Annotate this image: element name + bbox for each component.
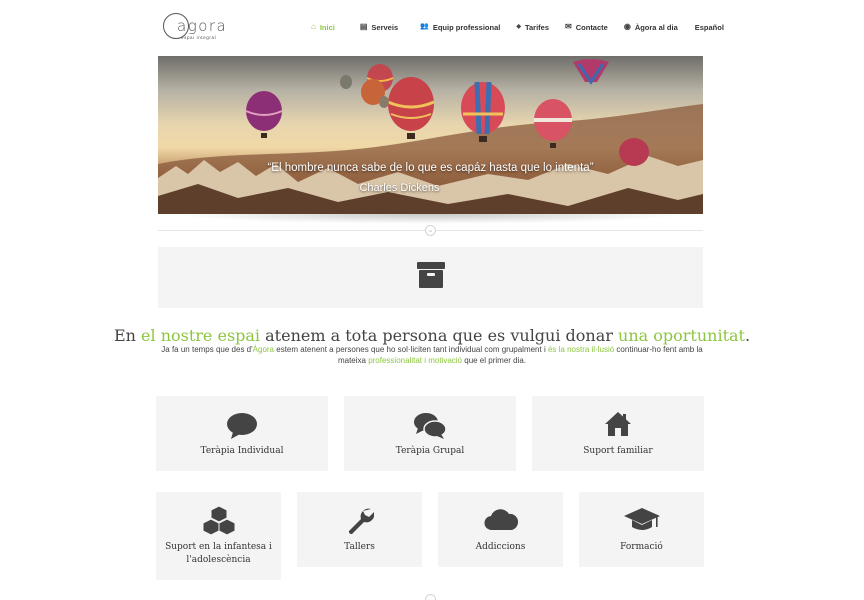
intro-heading-part: En [113, 326, 142, 345]
intro-text-highlight: és la nostra il·lusió [547, 345, 615, 354]
service-terapia-individual[interactable]: Teràpia Individual [156, 396, 328, 471]
logo-name: agora [177, 17, 228, 35]
intro-paragraph: Ja fa un temps que des d'Àgora estem ate… [158, 344, 706, 366]
balloon [387, 77, 435, 139]
nav-item-serveis[interactable]: ▤ Serveis [360, 23, 398, 32]
service-tallers[interactable]: Tallers [297, 492, 422, 567]
home-icon: ⌂ [311, 22, 316, 31]
service-label: Teràpia Individual [200, 446, 284, 456]
nav-item-equip-professional[interactable]: 👥 Equip professional [420, 23, 500, 32]
tag-icon: ◆ [516, 24, 521, 30]
logo-tagline: espai integral [181, 35, 217, 40]
balloon [245, 91, 283, 138]
balloon [379, 96, 389, 108]
wrench-icon [348, 508, 374, 534]
main-nav: ⌂ Inici ▤ Serveis 👥 Equip professional ◆… [311, 21, 724, 33]
service-label: Addiccions [475, 542, 526, 552]
graduation-cap-icon [623, 508, 660, 530]
house-icon [605, 412, 631, 436]
hero-quote: “El hombre nunca sabe de lo que es capáz… [267, 162, 594, 174]
intro-text-highlight: professionalitat i motivació [368, 356, 463, 365]
intro-heading: En el nostre espai atenem a tota persona… [0, 326, 864, 345]
globe-icon: ◉ [623, 22, 631, 31]
service-label: Suport familiar [583, 446, 653, 456]
agora-logo[interactable]: agora espai integral [163, 13, 228, 41]
intro-heading-part: atenem a tota persona que es vulgui dona… [260, 326, 619, 345]
service-label: Teràpia Grupal [395, 446, 465, 456]
hero-slider[interactable]: “El hombre nunca sabe de lo que es capáz… [158, 56, 703, 214]
intro-text-highlight: Àgora [252, 345, 275, 354]
service-addiccions[interactable]: Addiccions [438, 492, 563, 567]
nav-label: Tarifes [524, 22, 550, 32]
intro-text-part: Ja fa un temps que des d' [161, 345, 253, 354]
nav-label: Àgora al dia [634, 22, 678, 32]
site-header: agora espai integral ⌂ Inici ▤ Serveis 👥… [0, 0, 864, 52]
nav-item-contacte[interactable]: ✉ Contacte [565, 23, 608, 32]
service-suport-familiar[interactable]: Suport familiar [532, 396, 704, 471]
nav-label: Equip professional [432, 22, 501, 32]
service-label: Suport en la infantesa i l'adolescència [165, 542, 272, 565]
nav-item-agora-al-dia[interactable]: ◉ Àgora al dia [624, 23, 678, 32]
archive-section [158, 247, 703, 308]
intro-heading-highlight: el nostre espai [141, 326, 261, 345]
balloon [340, 75, 352, 89]
nav-label: Inici [319, 22, 335, 32]
list-icon: ▤ [359, 22, 368, 31]
cloud-icon [484, 509, 518, 531]
intro-heading-part: . [744, 326, 751, 345]
nav-label: Contacte [575, 22, 608, 32]
nav-item-tarifes[interactable]: ◆ Tarifes [516, 23, 549, 32]
service-formacio[interactable]: Formació [579, 492, 704, 567]
service-label: Tallers [344, 542, 375, 552]
intro-heading-highlight: una oportunitat [618, 326, 745, 345]
service-suport-infantesa[interactable]: Suport en la infantesa i l'adolescència [156, 492, 281, 580]
nav-label: Español [694, 22, 724, 32]
nav-item-inici[interactable]: ⌂ Inici [311, 23, 335, 32]
intro-text-part: estem atenent a persones que ho sol·lici… [274, 345, 548, 354]
nav-item-language[interactable]: Español [695, 23, 724, 32]
service-terapia-grupal[interactable]: Teràpia Grupal [344, 396, 516, 471]
balloon [573, 59, 609, 85]
speech-bubble-icon [227, 413, 257, 439]
intro-text-part: que el primer dia. [462, 356, 527, 365]
cubes-icon [202, 505, 235, 535]
scroll-down-icon[interactable] [425, 594, 436, 600]
envelope-icon: ✉ [565, 22, 572, 31]
speech-bubbles-icon [414, 413, 447, 439]
users-icon: 👥 [420, 23, 429, 30]
slider-shadow [170, 214, 690, 224]
nav-label: Serveis [371, 22, 399, 32]
scroll-down-icon[interactable]: ⌄ [425, 225, 436, 236]
archive-icon [417, 262, 445, 288]
hero-quote-author: Charles Dickens [359, 182, 440, 194]
service-label: Formació [620, 542, 663, 552]
